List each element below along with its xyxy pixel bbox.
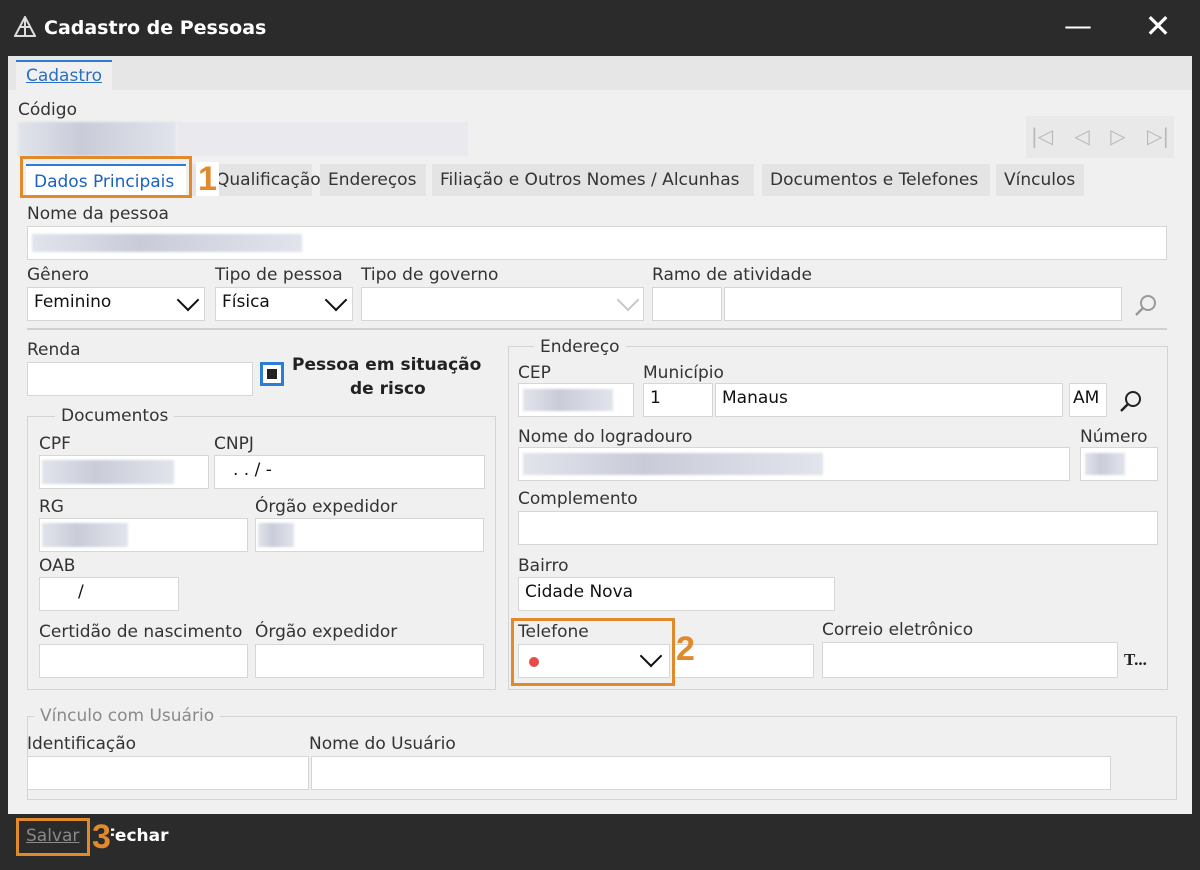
ramo-atividade-field[interactable] — [724, 287, 1122, 321]
oab-label: OAB — [39, 556, 76, 576]
search-icon[interactable] — [1119, 389, 1143, 413]
orgao-expedidor-label: Órgão expedidor — [255, 497, 398, 517]
municipio-code-field[interactable]: 1 — [643, 383, 713, 417]
nome-pessoa-redacted — [32, 234, 302, 252]
renda-field[interactable] — [27, 362, 253, 396]
tab-enderecos[interactable]: Endereços — [320, 164, 426, 196]
tab-vinculos[interactable]: Vínculos — [996, 164, 1084, 196]
step-badge-3: 3 — [92, 818, 111, 856]
tipo-governo-select[interactable] — [361, 287, 644, 321]
bairro-field[interactable]: Cidade Nova — [518, 577, 835, 611]
codigo-label: Código — [18, 100, 77, 120]
last-record-button[interactable]: ▷| — [1140, 124, 1176, 148]
nome-usuario-field[interactable] — [311, 756, 1111, 790]
endereco-title: Endereço — [534, 337, 626, 357]
cep-redacted — [523, 389, 613, 411]
complemento-field[interactable] — [518, 511, 1158, 545]
codigo-field[interactable] — [18, 122, 176, 156]
rg-label: RG — [39, 497, 64, 517]
first-record-button[interactable]: |◁ — [1024, 124, 1060, 148]
rg-field[interactable] — [39, 518, 248, 552]
risco-checkbox[interactable] — [260, 362, 284, 386]
certidao-label: Certidão de nascimento — [39, 622, 243, 642]
cep-label: CEP — [518, 363, 551, 383]
documentos-title: Documentos — [55, 406, 175, 426]
tab-documentos-telefones[interactable]: Documentos e Telefones — [762, 164, 990, 196]
footer-bar — [8, 814, 1192, 862]
logradouro-field[interactable] — [518, 447, 1070, 481]
genero-label: Gênero — [27, 265, 89, 285]
risco-label-line2: de risco — [350, 379, 426, 399]
ramo-atividade-label: Ramo de atividade — [652, 265, 812, 285]
uf-field: AM — [1069, 383, 1107, 417]
cnpj-label: CNPJ — [214, 434, 254, 454]
renda-label: Renda — [27, 340, 81, 360]
step-badge-2: 2 — [676, 630, 695, 668]
oab-field[interactable]: / — [39, 577, 179, 611]
tab-filiacao[interactable]: Filiação e Outros Nomes / Alcunhas — [432, 164, 754, 196]
logradouro-redacted — [523, 453, 823, 475]
highlight-box-3 — [16, 818, 90, 856]
tab-cadastro[interactable]: Cadastro — [16, 60, 112, 92]
prev-record-button[interactable]: ◁ — [1064, 124, 1100, 148]
numero-label: Número — [1080, 427, 1148, 447]
identificacao-field[interactable] — [27, 756, 309, 790]
highlight-box-2 — [511, 618, 675, 686]
logradouro-label: Nome do logradouro — [518, 427, 693, 447]
nome-usuario-label: Nome do Usuário — [309, 734, 456, 754]
step-badge-1: 1 — [196, 160, 219, 198]
cep-field[interactable] — [518, 383, 634, 417]
risco-label-line1: Pessoa em situação — [292, 355, 482, 375]
codigo-name-display — [178, 122, 468, 156]
tipo-governo-label: Tipo de governo — [361, 265, 499, 285]
app-logo-icon — [14, 16, 36, 37]
next-record-button[interactable]: ▷ — [1100, 124, 1136, 148]
cpf-redacted — [42, 460, 174, 484]
nome-pessoa-label: Nome da pessoa — [27, 204, 169, 224]
complemento-label: Complemento — [518, 489, 638, 509]
correio-label: Correio eletrônico — [822, 620, 974, 640]
minimize-button[interactable]: — — [1058, 12, 1098, 40]
orgao-redacted — [258, 523, 294, 547]
certidao-field[interactable] — [39, 644, 248, 678]
genero-select[interactable]: Feminino — [27, 287, 205, 321]
close-window-button[interactable]: ✕ — [1138, 10, 1178, 42]
ramo-atividade-code-field[interactable] — [652, 287, 722, 321]
nome-pessoa-field[interactable] — [27, 226, 1167, 260]
tipo-pessoa-label: Tipo de pessoa — [215, 265, 343, 285]
numero-redacted — [1085, 453, 1125, 475]
municipio-label: Município — [643, 363, 724, 383]
bairro-label: Bairro — [518, 556, 569, 576]
vinculo-title: Vínculo com Usuário — [34, 706, 221, 726]
window-title: Cadastro de Pessoas — [44, 17, 267, 39]
orgao-expedidor-2-label: Órgão expedidor — [255, 622, 398, 642]
divider — [27, 328, 1167, 330]
correio-field[interactable] — [822, 642, 1118, 678]
correio-extra-button[interactable]: T... — [1124, 650, 1147, 670]
orgao-expedidor-field[interactable] — [255, 518, 484, 552]
cpf-field[interactable] — [39, 455, 209, 489]
outer-tab-strip — [8, 56, 1192, 90]
search-icon[interactable] — [1134, 293, 1158, 317]
numero-field[interactable] — [1080, 447, 1158, 481]
cpf-label: CPF — [39, 434, 71, 454]
identificacao-label: Identificação — [27, 734, 137, 754]
cnpj-field[interactable]: . . / - — [214, 455, 485, 489]
orgao-expedidor-2-field[interactable] — [255, 644, 484, 678]
rg-redacted — [42, 523, 128, 547]
close-button[interactable]: Fechar — [104, 826, 169, 846]
municipio-field[interactable]: Manaus — [715, 383, 1063, 417]
highlight-box-1 — [20, 156, 192, 198]
